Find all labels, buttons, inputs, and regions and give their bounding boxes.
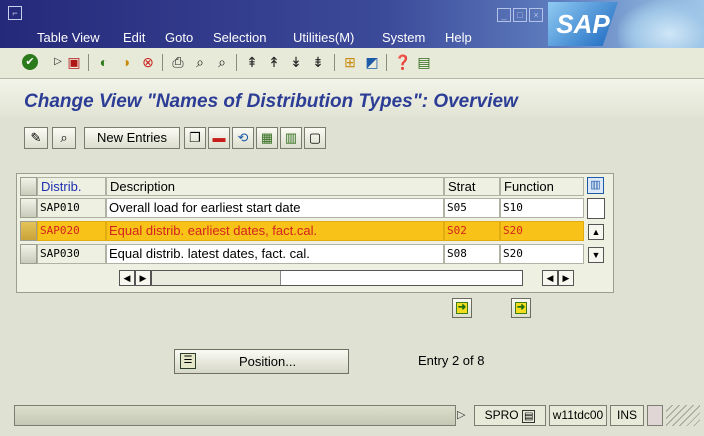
select-block-button[interactable]: ▥ [280, 127, 302, 149]
cell-distrib: SAP020 [37, 221, 106, 241]
magnifier-icon: ⌕ [60, 130, 68, 145]
cell-description[interactable]: Overall load for earliest start date [106, 198, 444, 218]
position-label: Position... [239, 354, 297, 369]
last-page-icon[interactable]: ⇟ [310, 54, 326, 70]
check-icon[interactable]: ✔ [22, 54, 38, 70]
page-title: Change View "Names of Distribution Types… [24, 91, 518, 112]
previous-page-icon[interactable]: ↟ [266, 54, 282, 70]
position-button[interactable]: ☰ Position... [174, 349, 349, 374]
previous-entry-button[interactable]: ➜ [452, 298, 472, 318]
transaction-code: SPRO [484, 408, 519, 422]
select-all-column-cell[interactable] [20, 177, 37, 196]
scroll-right-icon[interactable]: ▶ [558, 270, 574, 286]
first-page-icon[interactable]: ⇞ [244, 54, 260, 70]
entry-counter: Entry 2 of 8 [418, 353, 485, 368]
menu-edit[interactable]: Edit [123, 30, 145, 45]
select-block-icon: ▥ [284, 130, 298, 145]
copy-as-button[interactable]: ❐ [184, 127, 206, 149]
cell-distrib: SAP030 [37, 244, 106, 264]
minimize-icon[interactable]: _ [497, 8, 511, 22]
transaction-box[interactable]: SPRO ▤ [474, 405, 546, 426]
cell-strat[interactable]: S08 [444, 244, 500, 264]
close-icon[interactable]: × [529, 8, 543, 22]
scroll-right-icon[interactable]: ▶ [135, 270, 151, 286]
system-menu-icon[interactable]: ⌐ [8, 6, 22, 20]
select-all-button[interactable]: ▦ [256, 127, 278, 149]
undo-icon: ⟲ [237, 130, 249, 145]
layout-menu-icon[interactable]: ▤ [416, 54, 432, 70]
next-page-icon[interactable]: ↡ [288, 54, 304, 70]
details-button[interactable]: ⌕ [52, 127, 76, 149]
column-header-description[interactable]: Description [106, 177, 444, 196]
insert-mode-box[interactable]: INS [610, 405, 644, 426]
display-change-button[interactable]: ✎ [24, 127, 48, 149]
find-icon[interactable]: ⌕ [192, 54, 208, 70]
sap-swirl-graphic [618, 0, 704, 48]
new-entries-button[interactable]: New Entries [84, 127, 180, 149]
arrow-icon: ➜ [515, 302, 527, 314]
menu-utilities[interactable]: Utilities(M) [293, 30, 354, 45]
new-session-icon[interactable]: ⊞ [342, 54, 358, 70]
standard-toolbar: ✔ ▷ ▣ ◐ ◑ ⊗ ⎙ ⌕ ⌕ ⇞ ↟ ↡ ⇟ ⊞ ◩ ❓ ▤ [0, 48, 704, 79]
row-selector[interactable] [20, 221, 37, 241]
next-entry-button[interactable]: ➜ [511, 298, 531, 318]
menu-help[interactable]: Help [445, 30, 472, 45]
position-icon: ☰ [180, 353, 196, 369]
create-shortcut-icon[interactable]: ◩ [364, 54, 380, 70]
cancel-icon[interactable]: ⊗ [140, 54, 156, 70]
save-icon[interactable]: ▣ [66, 54, 82, 70]
cell-distrib: SAP010 [37, 198, 106, 218]
maximize-icon[interactable]: □ [513, 8, 527, 22]
scroll-down-icon[interactable]: ▼ [588, 247, 604, 263]
help-icon[interactable]: ❓ [394, 54, 411, 70]
cell-strat[interactable]: S05 [444, 198, 500, 218]
deselect-all-icon: ▢ [308, 130, 322, 145]
column-header-strat[interactable]: Strat [444, 177, 500, 196]
cell-description[interactable]: Equal distrib. latest dates, fact. cal. [106, 244, 444, 264]
session-info-icon: ▤ [521, 410, 536, 423]
table-settings-icon[interactable]: ▥ [587, 177, 604, 194]
scroll-left-icon[interactable]: ◀ [542, 270, 558, 286]
menu-system[interactable]: System [382, 30, 425, 45]
application-toolbar: ✎ ⌕ New Entries ❐ ▬ ⟲ ▦ ▥ ▢ [0, 117, 704, 165]
back-icon[interactable]: ◐ [96, 54, 112, 70]
select-all-icon: ▦ [260, 130, 274, 145]
command-field-arrow-icon[interactable]: ▷ [50, 54, 66, 70]
vertical-scroll-track[interactable] [587, 198, 605, 219]
cell-strat[interactable]: S02 [444, 221, 500, 241]
resize-grip-icon[interactable] [666, 405, 700, 426]
menu-table-view[interactable]: Table View [37, 30, 100, 45]
scroll-left-icon[interactable]: ◀ [119, 270, 135, 286]
copy-icon: ❐ [189, 130, 201, 145]
exit-icon[interactable]: ◑ [118, 54, 134, 70]
horizontal-scroll-thumb[interactable] [152, 271, 281, 285]
cell-description[interactable]: Equal distrib. earliest dates, fact.cal. [106, 221, 444, 241]
arrow-icon: ➜ [456, 302, 468, 314]
title-bar: Change View "Names of Distribution Types… [0, 79, 704, 117]
menu-goto[interactable]: Goto [165, 30, 193, 45]
print-icon[interactable]: ⎙ [170, 54, 186, 70]
delete-button[interactable]: ▬ [208, 127, 230, 149]
row-selector[interactable] [20, 198, 37, 218]
find-next-icon[interactable]: ⌕ [214, 54, 230, 70]
server-box: w11tdc00 [549, 405, 607, 426]
pencil-glasses-icon: ✎ [30, 130, 42, 145]
delete-icon: ▬ [212, 130, 226, 145]
status-toggle-icon[interactable]: ▷ [457, 408, 465, 421]
cell-function[interactable]: S10 [500, 198, 584, 218]
lock-icon [647, 405, 663, 426]
cell-function[interactable]: S20 [500, 244, 584, 264]
scroll-up-icon[interactable]: ▲ [588, 224, 604, 240]
status-message-area[interactable] [14, 405, 456, 426]
menu-selection[interactable]: Selection [213, 30, 266, 45]
row-selector[interactable] [20, 244, 37, 264]
deselect-all-button[interactable]: ▢ [304, 127, 326, 149]
column-header-distrib[interactable]: Distrib. [37, 177, 106, 196]
undo-change-button[interactable]: ⟲ [232, 127, 254, 149]
cell-function[interactable]: S20 [500, 221, 584, 241]
column-header-function[interactable]: Function [500, 177, 584, 196]
